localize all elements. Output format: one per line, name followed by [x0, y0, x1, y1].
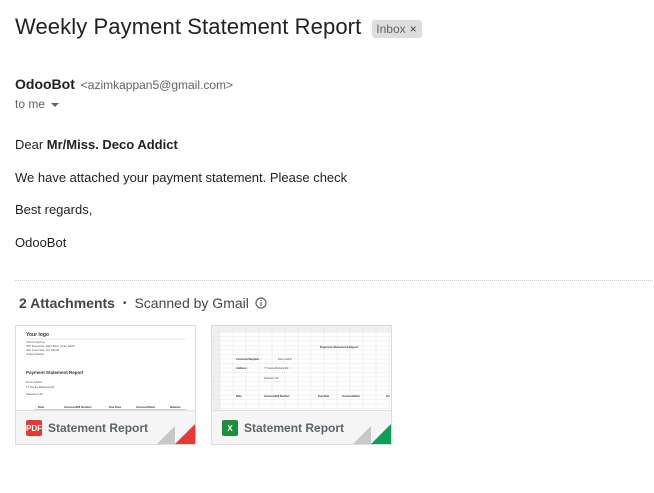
svg-text:Due Date: Due Date: [318, 394, 330, 398]
attachments-divider: [15, 280, 653, 281]
svg-text:United States: United States: [26, 352, 45, 356]
sender-line: OdooBot <azimkappan5@gmail.com>: [15, 76, 233, 92]
remove-label-icon[interactable]: ×: [410, 20, 417, 38]
pdf-file-icon: PDF: [26, 420, 42, 436]
pdf-preview: Your logo YourCompany 250 Executive Park…: [26, 332, 186, 410]
signature-line: OdooBot: [15, 235, 67, 250]
svg-text:Invoices/Debit: Invoices/Debit: [342, 394, 360, 398]
attachment-card-xlsx[interactable]: Payment Statement Report Customer/Suppli…: [211, 325, 392, 445]
sheets-corner-icon: [353, 424, 391, 444]
xlsx-thumbnail: Payment Statement Report Customer/Suppli…: [212, 326, 391, 410]
email-subject: Weekly Payment Statement Report: [15, 14, 362, 39]
label-text: Inbox: [376, 21, 406, 36]
svg-text:77 Santa Barbara Rd: 77 Santa Barbara Rd: [264, 366, 289, 370]
recipient-dropdown[interactable]: to me: [15, 97, 60, 111]
sheets-file-icon: X: [222, 420, 238, 436]
greeting-line: Dear Mr/Miss. Deco Addict: [15, 137, 178, 152]
svg-text:Date: Date: [236, 394, 242, 398]
svg-text:Pleasant Hill: Pleasant Hill: [264, 376, 279, 380]
inbox-label-chip[interactable]: Inbox ×: [372, 19, 422, 38]
svg-text:Invoices/Bill Number: Invoices/Bill Number: [64, 405, 93, 409]
attachments-header: 2 Attachments • Scanned by Gmail: [19, 295, 267, 311]
recipient-label: to me: [15, 97, 46, 111]
pdf-thumbnail: Your logo YourCompany 250 Executive Park…: [16, 326, 195, 410]
sender-email: <azimkappan5@gmail.com>: [80, 78, 234, 92]
attachment-card-pdf[interactable]: Your logo YourCompany 250 Executive Park…: [15, 325, 196, 445]
sender-name[interactable]: OdooBot: [15, 76, 75, 92]
svg-text:Inv: Inv: [386, 394, 390, 398]
body-line-2: Best regards,: [15, 202, 93, 217]
subject-row: Weekly Payment Statement Report Inbox ×: [15, 14, 422, 40]
attachments-count: 2 Attachments: [19, 295, 115, 311]
svg-text:Customer/Supplier :: Customer/Supplier :: [236, 357, 261, 361]
body-line-1: We have attached your payment statement.…: [15, 170, 348, 185]
svg-text:77 Santa Barbara Rd: 77 Santa Barbara Rd: [26, 385, 55, 389]
svg-text:Date: Date: [38, 405, 45, 409]
attachment-name: Statement Report: [244, 421, 345, 435]
svg-text:Pleasant Hill: Pleasant Hill: [26, 392, 43, 396]
greeting-prefix: Dear: [15, 137, 47, 152]
svg-text:Invoices/Debit: Invoices/Debit: [136, 405, 155, 409]
svg-text:Payment Statement Report: Payment Statement Report: [26, 370, 84, 375]
xlsx-preview: Payment Statement Report Customer/Suppli…: [212, 326, 391, 410]
greeting-name: Mr/Miss. Deco Addict: [46, 137, 178, 152]
svg-text:Deco Addict: Deco Addict: [278, 357, 292, 361]
scanned-label: Scanned by Gmail: [134, 295, 249, 311]
separator-dot: •: [122, 297, 127, 309]
info-icon[interactable]: [255, 297, 267, 309]
pdf-logo-text: Your logo: [26, 332, 49, 338]
svg-text:Invoices/Bill Number: Invoices/Bill Number: [264, 394, 290, 398]
svg-text:Payment Statement Report: Payment Statement Report: [320, 345, 358, 349]
svg-text:Due Date: Due Date: [109, 405, 122, 409]
svg-text:Address :: Address :: [236, 366, 248, 370]
chevron-down-icon[interactable]: [51, 103, 60, 107]
svg-text:Balance: Balance: [170, 405, 181, 409]
attachment-name: Statement Report: [48, 421, 149, 435]
svg-text:Deco Addict: Deco Addict: [26, 380, 42, 384]
pdf-corner-icon: [157, 424, 195, 444]
